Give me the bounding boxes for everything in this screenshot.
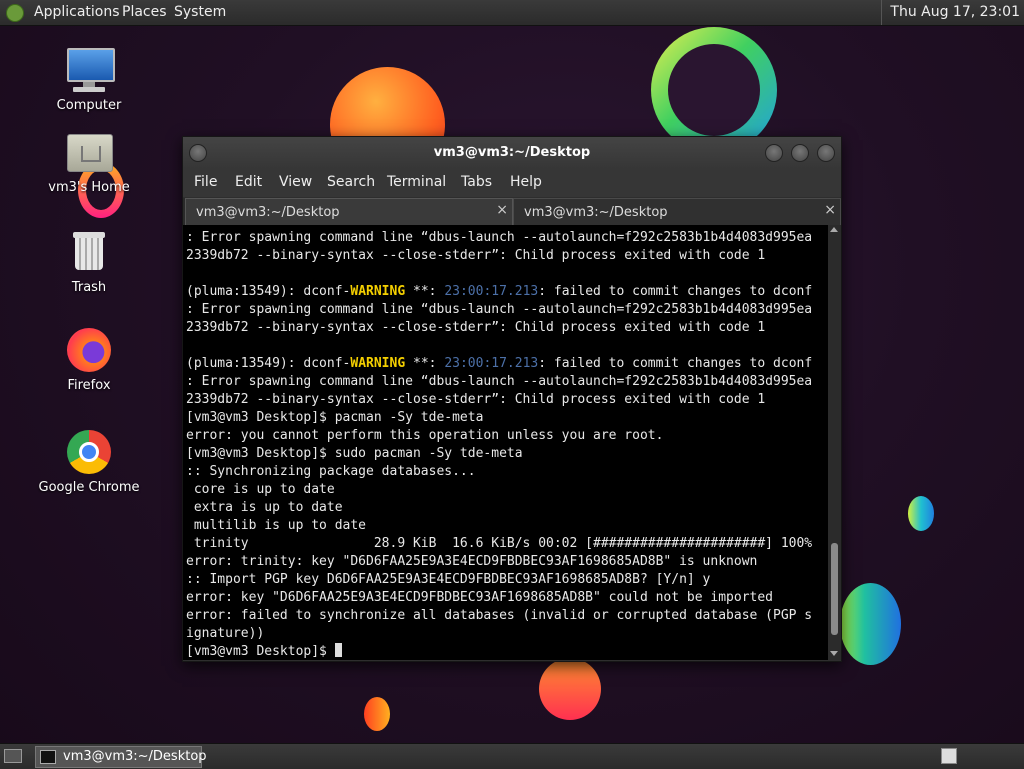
tab-bar: vm3@vm3:~/Desktop × vm3@vm3:~/Desktop × xyxy=(183,198,841,225)
scroll-up-arrow[interactable] xyxy=(830,227,838,232)
desktop-icon-firefox[interactable]: Firefox xyxy=(34,326,144,393)
maximize-button[interactable] xyxy=(791,144,809,162)
show-desktop-icon[interactable] xyxy=(4,749,22,763)
wallpaper-green-blue-circle xyxy=(840,583,901,665)
terminal-line: error: you cannot perform this operation… xyxy=(186,428,664,443)
workspace-switcher-icon[interactable] xyxy=(941,748,957,764)
scrollbar-thumb[interactable] xyxy=(831,543,838,635)
places-menu[interactable]: Places xyxy=(122,4,167,20)
scrollbar[interactable] xyxy=(828,225,841,660)
tab-1[interactable]: vm3@vm3:~/Desktop × xyxy=(185,198,513,225)
menu-tabs[interactable]: Tabs xyxy=(461,174,492,190)
menu-terminal[interactable]: Terminal xyxy=(387,174,446,190)
wallpaper-green-blue-dot xyxy=(908,496,934,531)
tab-close-icon[interactable]: × xyxy=(496,202,508,218)
system-menu[interactable]: System xyxy=(174,4,226,20)
terminal-icon xyxy=(40,750,56,764)
tab-2[interactable]: vm3@vm3:~/Desktop × xyxy=(513,198,841,225)
desktop-icon-home[interactable]: vm3's Home xyxy=(34,128,144,195)
home-folder-icon xyxy=(65,128,113,176)
terminal-line: :: Synchronizing package databases... xyxy=(186,464,476,479)
trash-icon xyxy=(65,228,113,276)
terminal-line: 2339db72 --binary-syntax --close-stderr”… xyxy=(186,320,766,335)
close-button[interactable] xyxy=(817,144,835,162)
taskbar-item-terminal[interactable]: vm3@vm3:~/Desktop xyxy=(35,746,207,768)
terminal-line: (pluma:13549): dconf-WARNING **: 23:00:1… xyxy=(186,356,813,371)
desktop-icon-label: Firefox xyxy=(67,378,111,393)
menu-file[interactable]: File xyxy=(194,174,217,190)
applications-menu[interactable]: Applications xyxy=(34,4,120,20)
terminal-line: 2339db72 --binary-syntax --close-stderr”… xyxy=(186,392,766,407)
terminal-line: :: Import PGP key D6D6FAA25E9A3E4ECD9FBD… xyxy=(186,572,711,587)
desktop-icon-label: Trash xyxy=(71,280,107,295)
terminal-line: [vm3@vm3 Desktop]$ xyxy=(186,643,342,660)
terminal-line: core is up to date xyxy=(186,482,335,497)
wallpaper-orange-small xyxy=(364,697,390,731)
terminal-line: 2339db72 --binary-syntax --close-stderr”… xyxy=(186,248,766,263)
terminal-line: extra is up to date xyxy=(186,500,343,515)
window-title: vm3@vm3:~/Desktop xyxy=(433,145,591,160)
clock[interactable]: Thu Aug 17, 23:01 xyxy=(881,0,1024,25)
terminal-line: multilib is up to date xyxy=(186,518,367,533)
desktop-icon-label: Google Chrome xyxy=(38,480,140,495)
mate-logo-icon[interactable] xyxy=(6,4,24,22)
taskbar-item-label: vm3@vm3:~/Desktop xyxy=(63,749,207,764)
terminal-line: : Error spawning command line “dbus-laun… xyxy=(186,374,813,389)
tab-label: vm3@vm3:~/Desktop xyxy=(196,205,340,220)
terminal-line: error: failed to synchronize all databas… xyxy=(186,608,813,623)
firefox-icon xyxy=(65,326,113,374)
terminal-menubar: File Edit View Search Terminal Tabs Help xyxy=(183,169,841,197)
wallpaper-orange-bottom xyxy=(539,658,601,720)
terminal-line: error: key "D6D6FAA25E9A3E4ECD9FBDBEC93A… xyxy=(186,590,773,605)
terminal-line: : Error spawning command line “dbus-laun… xyxy=(186,302,813,317)
terminal-line: ignature)) xyxy=(186,626,265,641)
desktop-icon-chrome[interactable]: Google Chrome xyxy=(34,428,144,495)
minimize-button[interactable] xyxy=(765,144,783,162)
desktop-icon-label: vm3's Home xyxy=(48,180,130,195)
top-panel: Applications Places System Thu Aug 17, 2… xyxy=(0,0,1024,26)
terminal-cursor xyxy=(334,643,342,657)
terminal-output[interactable]: : Error spawning command line “dbus-laun… xyxy=(183,225,828,660)
scroll-down-arrow[interactable] xyxy=(830,651,838,656)
chrome-icon xyxy=(65,428,113,476)
terminal-line: trinity 28.9 KiB 16.6 KiB/s 00:02 [#####… xyxy=(186,536,813,551)
terminal-line: : Error spawning command line “dbus-laun… xyxy=(186,230,813,245)
menu-edit[interactable]: Edit xyxy=(235,174,262,190)
bottom-panel: vm3@vm3:~/Desktop xyxy=(0,743,1024,769)
tab-label: vm3@vm3:~/Desktop xyxy=(524,205,668,220)
terminal-line: [vm3@vm3 Desktop]$ sudo pacman -Sy tde-m… xyxy=(186,446,523,461)
terminal-line: (pluma:13549): dconf-WARNING **: 23:00:1… xyxy=(186,284,813,299)
terminal-window[interactable]: vm3@vm3:~/Desktop File Edit View Search … xyxy=(182,136,842,662)
wallpaper-ring-green xyxy=(651,27,777,153)
menu-view[interactable]: View xyxy=(279,174,312,190)
menu-help[interactable]: Help xyxy=(510,174,542,190)
terminal-line: error: trinity: key "D6D6FAA25E9A3E4ECD9… xyxy=(186,554,758,569)
desktop-icon-trash[interactable]: Trash xyxy=(34,228,144,295)
desktop-icon-computer[interactable]: Computer xyxy=(34,46,144,113)
terminal-line: [vm3@vm3 Desktop]$ pacman -Sy tde-meta xyxy=(186,410,484,425)
menu-search[interactable]: Search xyxy=(327,174,375,190)
tab-close-icon[interactable]: × xyxy=(824,202,836,218)
window-titlebar[interactable]: vm3@vm3:~/Desktop xyxy=(183,137,841,169)
computer-icon xyxy=(65,46,115,94)
desktop-icon-label: Computer xyxy=(56,98,122,113)
